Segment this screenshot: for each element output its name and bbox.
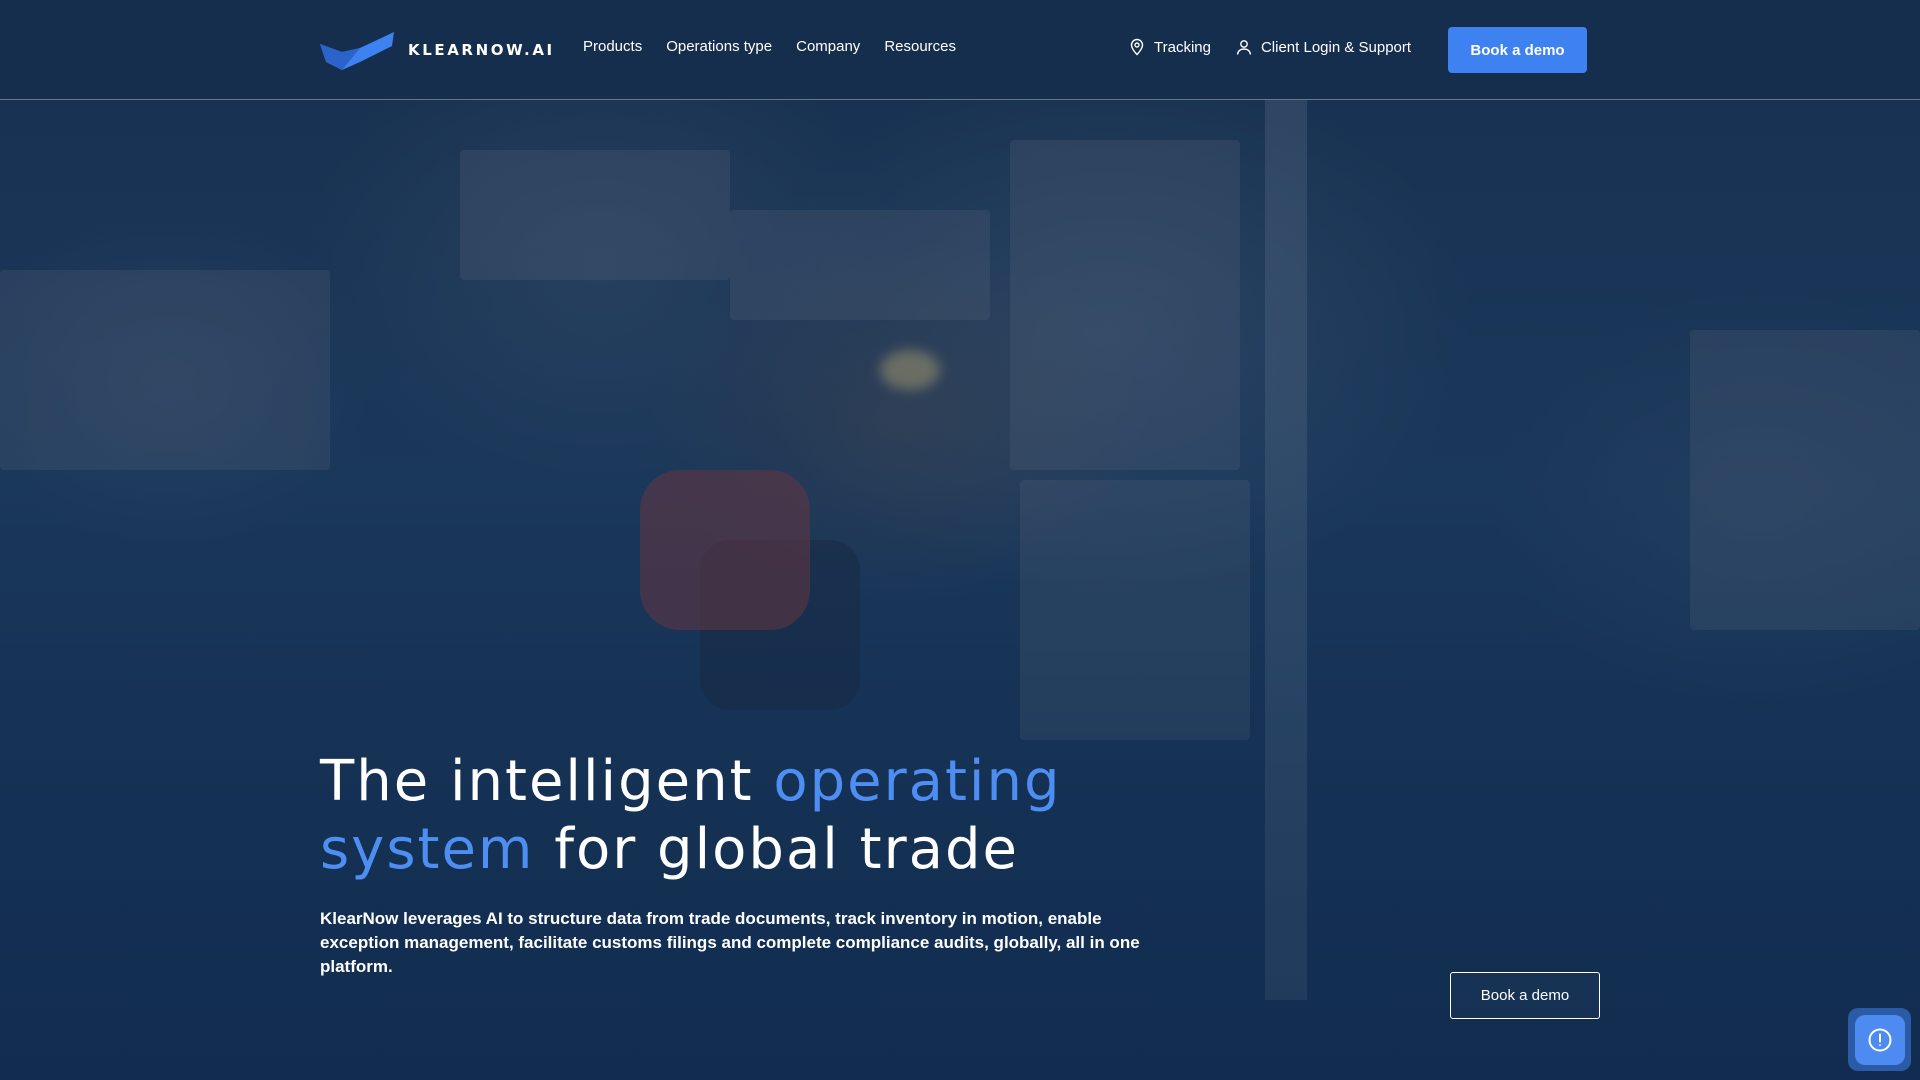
hero-book-demo-button[interactable]: Book a demo <box>1450 972 1600 1019</box>
nav-company[interactable]: Company <box>796 38 860 55</box>
headline-part1: The intelligent <box>320 749 774 814</box>
help-widget-button[interactable] <box>1848 1008 1911 1071</box>
hero-description: KlearNow leverages AI to structure data … <box>320 909 1140 976</box>
tracking-link[interactable]: Tracking <box>1128 38 1211 56</box>
alert-circle-icon <box>1868 1028 1891 1051</box>
headline-accent-system: system <box>320 817 535 882</box>
nav-resources[interactable]: Resources <box>884 38 956 55</box>
user-icon <box>1236 40 1252 55</box>
book-demo-button[interactable]: Book a demo <box>1448 27 1587 73</box>
main-nav: Products Operations type Company Resourc… <box>583 38 956 55</box>
tracking-label: Tracking <box>1154 38 1211 56</box>
headline-part2: for global trade <box>534 817 1019 882</box>
top-navbar: KLEARNOW.AI Products Operations type Com… <box>0 0 1920 100</box>
headline-accent-operating: operating <box>773 749 1062 814</box>
utility-nav: Tracking Client Login & Support <box>1128 38 1411 56</box>
nav-operations-type[interactable]: Operations type <box>666 38 772 55</box>
hero-headline: The intelligent operating system for glob… <box>320 748 1140 884</box>
help-widget-inner <box>1854 1014 1905 1065</box>
brand-name: KLEARNOW.AI <box>408 41 555 59</box>
client-login-link[interactable]: Client Login & Support <box>1235 38 1411 56</box>
logo-mark-icon <box>320 32 394 70</box>
nav-products[interactable]: Products <box>583 38 642 55</box>
brand-logo[interactable]: KLEARNOW.AI <box>320 28 555 72</box>
map-pin-icon <box>1130 38 1144 56</box>
page: KLEARNOW.AI Products Operations type Com… <box>0 0 1920 1080</box>
client-login-label: Client Login & Support <box>1260 38 1412 56</box>
